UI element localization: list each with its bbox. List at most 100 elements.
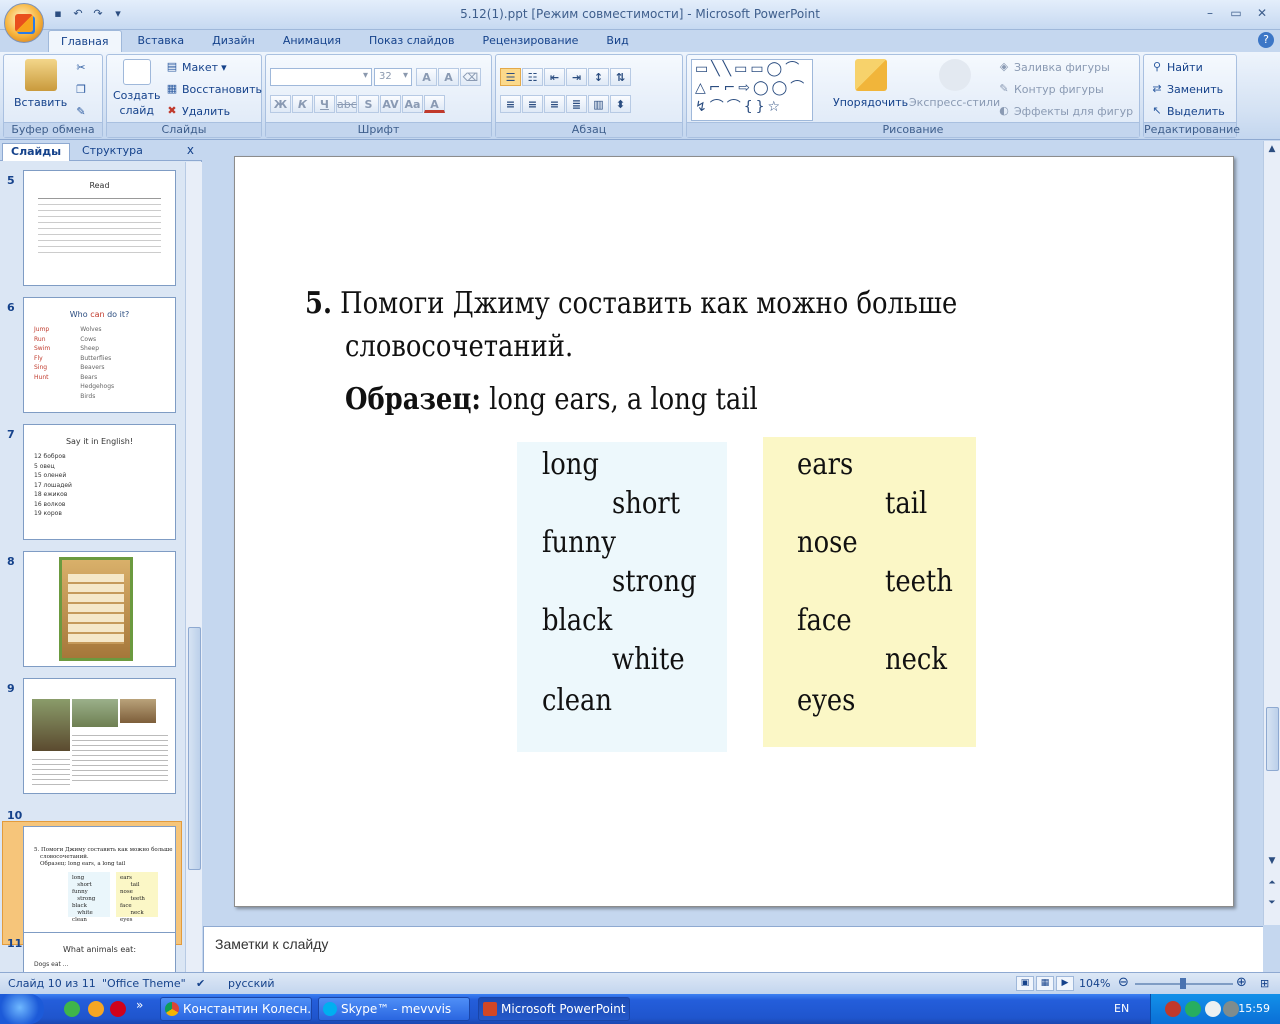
increase-indent-icon[interactable]: ⇥ [566, 68, 587, 86]
arrange-button[interactable]: Упорядочить [833, 59, 908, 109]
quicklaunch-icon[interactable] [110, 1001, 126, 1017]
format-painter-icon[interactable]: ✎ [74, 105, 88, 119]
align-center-icon[interactable]: ≡ [522, 95, 543, 113]
select-button[interactable]: ↖ Выделить [1150, 104, 1224, 118]
tab-insert[interactable]: Вставка [126, 30, 197, 52]
taskbar-item-browser[interactable]: Константин Колесн... [160, 997, 312, 1021]
expand-quicklaunch-icon[interactable]: » [136, 998, 143, 1012]
slide-thumb-6[interactable]: Who can do it? Jump Run Swim Fly Sing Hu… [23, 297, 176, 413]
shapes-gallery[interactable]: ▭╲╲▭▭◯⌒ △⌐⌐⇨◯◯⌒ ↯⌒⌒{}☆ [691, 59, 813, 121]
slide-thumb-9[interactable] [23, 678, 176, 794]
new-slide-button[interactable]: Создать слайд [113, 59, 161, 117]
tab-slideshow[interactable]: Показ слайдов [357, 30, 467, 52]
restore-button[interactable]: ▭ [1224, 4, 1248, 22]
spacing-icon[interactable]: AV [380, 95, 401, 113]
bullets-icon[interactable]: ☰ [500, 68, 521, 86]
tab-review[interactable]: Рецензирование [471, 30, 591, 52]
clear-format-icon[interactable]: ⌫ [460, 68, 481, 86]
spellcheck-icon[interactable]: ✔ [196, 977, 205, 990]
numbering-icon[interactable]: ☷ [522, 68, 543, 86]
slideshow-view-icon[interactable]: ▶ [1056, 976, 1074, 991]
paste-button[interactable]: Вставить [14, 59, 67, 109]
quicklaunch-icon[interactable] [88, 1001, 104, 1017]
font-name-field[interactable]: ▾ [270, 68, 372, 86]
language-indicator[interactable]: русский [228, 977, 275, 990]
columns-icon[interactable]: ▥ [588, 95, 609, 113]
slide-thumb-10[interactable]: 5. Помоги Джиму составить как можно боль… [23, 826, 176, 942]
sorter-view-icon[interactable]: ▦ [1036, 976, 1054, 991]
quick-styles-button[interactable]: Экспресс-стили [909, 59, 1000, 109]
tab-slides[interactable]: Слайды [2, 143, 71, 161]
shape-effects-button[interactable]: ◐ Эффекты для фигур [997, 104, 1133, 118]
help-icon[interactable]: ? [1258, 32, 1274, 48]
slide-scrollbar[interactable]: ▲ ▼ ⏶ ⏷ [1263, 141, 1280, 925]
align-right-icon[interactable]: ≡ [544, 95, 565, 113]
slide-thumb-7[interactable]: Say it in English! 12 бобров 5 овец 15 о… [23, 424, 176, 540]
fit-to-window-icon[interactable]: ⊞ [1260, 977, 1269, 990]
taskbar-item-powerpoint[interactable]: Microsoft PowerPoint ... [478, 997, 630, 1021]
tab-home[interactable]: Главная [48, 30, 122, 52]
thumb-number: 10 [7, 809, 23, 822]
align-text-icon[interactable]: ⬍ [610, 95, 631, 113]
quicklaunch-icon[interactable] [64, 1001, 80, 1017]
zoom-out-icon[interactable]: ⊖ [1118, 975, 1129, 990]
bold-icon[interactable]: Ж [270, 95, 291, 113]
keyboard-language[interactable]: EN [1114, 1002, 1129, 1015]
notes-pane[interactable]: Заметки к слайду [203, 926, 1263, 972]
strikethrough-icon[interactable]: abc [336, 95, 357, 113]
shape-outline-button[interactable]: ✎ Контур фигуры [997, 82, 1103, 96]
italic-icon[interactable]: К [292, 95, 313, 113]
taskbar-item-skype[interactable]: Skype™ - mevvvis [318, 997, 470, 1021]
start-button[interactable] [0, 994, 44, 1024]
close-button[interactable]: ✕ [1250, 4, 1274, 22]
line-spacing-icon[interactable]: ↕ [588, 68, 609, 86]
shadow-icon[interactable]: S [358, 95, 379, 113]
font-color-icon[interactable]: A [424, 95, 445, 113]
minimize-button[interactable]: – [1198, 4, 1222, 22]
normal-view-icon[interactable]: ▣ [1016, 976, 1034, 991]
copy-icon[interactable]: ❐ [74, 83, 88, 97]
decrease-indent-icon[interactable]: ⇤ [544, 68, 565, 86]
thumbs-scrollbar[interactable] [185, 162, 202, 972]
tray-icon[interactable] [1185, 1001, 1201, 1017]
text-direction-icon[interactable]: ⇅ [610, 68, 631, 86]
delete-slide-button[interactable]: ✖ Удалить [165, 104, 230, 118]
shrink-font-icon[interactable]: A [438, 68, 459, 86]
tab-outline[interactable]: Структура [74, 143, 151, 161]
zoom-slider-knob[interactable] [1180, 978, 1186, 989]
scroll-up-icon[interactable]: ▲ [1264, 141, 1280, 157]
tab-animation[interactable]: Анимация [271, 30, 353, 52]
tab-view[interactable]: Вид [594, 30, 640, 52]
slide-thumb-11[interactable]: What animals eat: Dogs eat ... [23, 932, 176, 972]
layout-button[interactable]: ▤ Макет ▾ [165, 60, 227, 74]
replace-button[interactable]: ⇄ Заменить [1150, 82, 1223, 96]
cut-icon[interactable]: ✂ [74, 61, 88, 75]
office-button[interactable] [4, 3, 44, 43]
slide-canvas[interactable]: 5. Помоги Джиму составить как можно боль… [234, 156, 1234, 907]
thumbs-scroll-thumb[interactable] [188, 627, 201, 870]
find-button[interactable]: ⚲ Найти [1150, 60, 1203, 74]
tray-icon[interactable] [1223, 1001, 1239, 1017]
tab-design[interactable]: Дизайн [200, 30, 267, 52]
reset-button[interactable]: ▦ Восстановить [165, 82, 262, 96]
zoom-in-icon[interactable]: ⊕ [1236, 975, 1247, 990]
thumb-number: 8 [7, 555, 15, 568]
volume-icon[interactable] [1205, 1001, 1221, 1017]
case-icon[interactable]: Aa [402, 95, 423, 113]
align-left-icon[interactable]: ≡ [500, 95, 521, 113]
animals-image [120, 699, 156, 723]
previous-slide-icon[interactable]: ⏶ [1264, 875, 1280, 891]
justify-icon[interactable]: ≣ [566, 95, 587, 113]
slide-thumb-8[interactable] [23, 551, 176, 667]
font-size-field[interactable]: 32 ▾ [374, 68, 412, 86]
underline-icon[interactable]: Ч [314, 95, 335, 113]
close-panel-icon[interactable]: x [187, 143, 194, 157]
scroll-down-icon[interactable]: ▼ [1264, 853, 1280, 869]
next-slide-icon[interactable]: ⏷ [1264, 895, 1280, 911]
slide-thumb-5[interactable]: Read [23, 170, 176, 286]
grow-font-icon[interactable]: A [416, 68, 437, 86]
shape-fill-button[interactable]: ◈ Заливка фигуры [997, 60, 1110, 74]
zoom-level[interactable]: 104% [1079, 977, 1110, 990]
tray-icon[interactable] [1165, 1001, 1181, 1017]
slide-scroll-thumb[interactable] [1266, 707, 1279, 771]
